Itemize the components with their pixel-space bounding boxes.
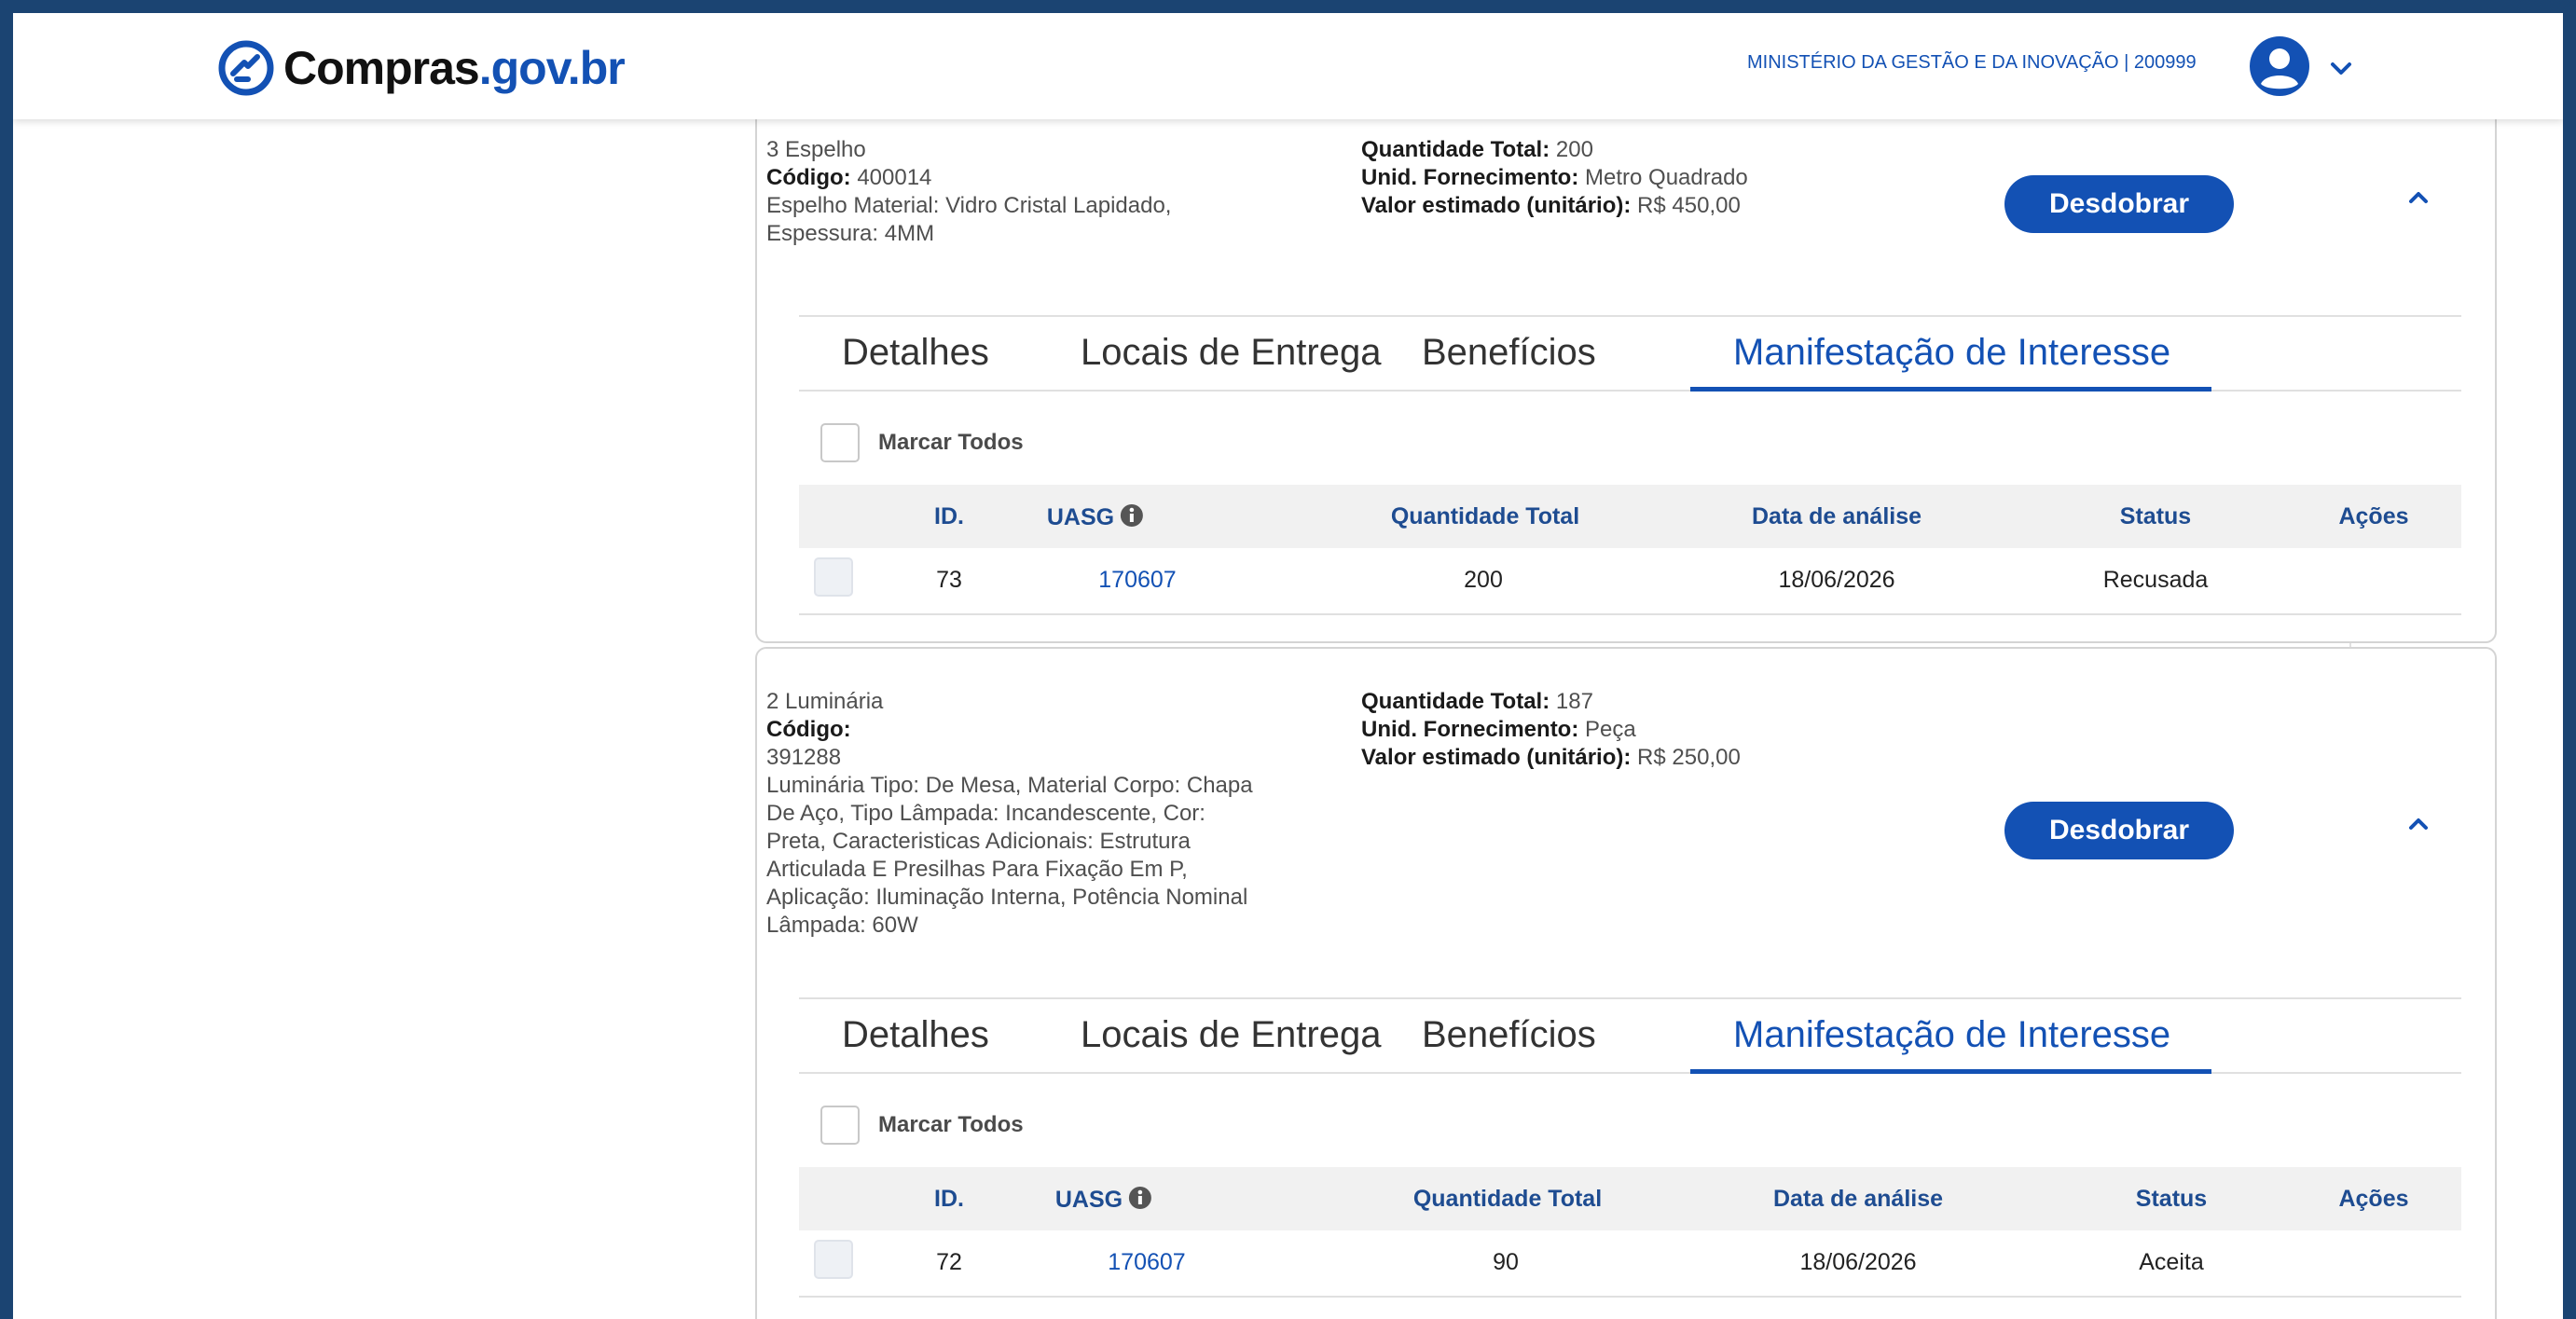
codigo-value: 400014 — [857, 165, 932, 190]
col-data-de-analise: Data de análise — [1751, 503, 1922, 529]
unid-value: Metro Quadrado — [1585, 165, 1748, 190]
col-uasg: UASG — [1047, 503, 1144, 531]
col-acoes: Ações — [2338, 1186, 2409, 1212]
tab-locais-de-entrega[interactable]: Locais de Entrega — [1081, 999, 1381, 1072]
compras-logo[interactable]: Compras.gov.br — [216, 38, 626, 98]
item-info: 2 Luminária Código: 391288 Luminária Tip… — [766, 688, 1363, 940]
valor-value: R$ 450,00 — [1637, 193, 1741, 218]
cell-uasg-link[interactable]: 170607 — [1098, 567, 1176, 594]
item-description-line: Aplicação: Iluminação Interna, Potência … — [766, 885, 1248, 910]
top-header: Compras.gov.br MINISTÉRIO DA GESTÃO E DA… — [13, 13, 2563, 119]
codigo-label: Código: — [766, 717, 851, 742]
desdobrar-button[interactable]: Desdobrar — [2004, 175, 2234, 233]
cell-quantidade: 200 — [1464, 567, 1503, 593]
info-icon[interactable] — [1128, 1186, 1152, 1210]
table-row: 72 170607 90 18/06/2026 Aceita — [799, 1230, 2461, 1298]
desdobrar-button[interactable]: Desdobrar — [2004, 802, 2234, 859]
cell-quantidade: 90 — [1493, 1249, 1519, 1275]
qtd-value: 187 — [1555, 689, 1593, 714]
marcar-todos-label: Marcar Todos — [878, 430, 1024, 455]
item-description-line: Lâmpada: 60W — [766, 913, 918, 938]
user-avatar-icon[interactable] — [2249, 35, 2310, 97]
chevron-down-icon[interactable] — [2325, 52, 2357, 84]
row-checkbox[interactable] — [814, 1240, 853, 1279]
valor-label: Valor estimado (unitário): — [1361, 193, 1632, 218]
item-description-line: De Aço, Tipo Lâmpada: Incandescente, Cor… — [766, 801, 1205, 826]
app-frame: Compras.gov.br MINISTÉRIO DA GESTÃO E DA… — [13, 13, 2563, 1319]
table-header: ID. UASG Quantidade Total Data de anális… — [799, 485, 2461, 548]
codigo-value: 391288 — [766, 745, 842, 770]
qtd-label: Quantidade Total: — [1361, 137, 1550, 162]
item-description-line: Luminária Tipo: De Mesa, Material Corpo:… — [766, 773, 1253, 798]
item-tabs: Detalhes Locais de Entrega Benefícios Ma… — [799, 997, 2461, 1074]
cell-id: 72 — [936, 1249, 962, 1275]
tab-detalhes[interactable]: Detalhes — [842, 999, 989, 1072]
cell-status: Aceita — [2139, 1249, 2204, 1275]
compras-logo-icon — [218, 40, 274, 96]
item-quantities: Quantidade Total: 187 Unid. Fornecimento… — [1361, 688, 1883, 772]
unid-label: Unid. Fornecimento: — [1361, 165, 1579, 190]
cell-data: 18/06/2026 — [1799, 1249, 1917, 1275]
item-title: 3 Espelho — [766, 137, 866, 162]
col-quantidade-total: Quantidade Total — [1390, 503, 1580, 529]
col-status: Status — [2135, 1186, 2208, 1212]
unid-value: Peça — [1585, 717, 1636, 742]
tab-detalhes[interactable]: Detalhes — [842, 317, 989, 390]
logo-text: Compras.gov.br — [283, 42, 626, 94]
marcar-todos-label: Marcar Todos — [878, 1112, 1024, 1137]
item-description-line: Preta, Caracteristicas Adicionais: Estru… — [766, 829, 1191, 854]
table-header: ID. UASG Quantidade Total Data de anális… — [799, 1167, 2461, 1230]
item-title: 2 Luminária — [766, 689, 884, 714]
tab-locais-de-entrega[interactable]: Locais de Entrega — [1081, 317, 1381, 390]
chevron-up-icon[interactable] — [2404, 183, 2433, 213]
item-tabs: Detalhes Locais de Entrega Benefícios Ma… — [799, 315, 2461, 392]
qtd-value: 200 — [1555, 137, 1593, 162]
col-acoes: Ações — [2338, 503, 2409, 529]
cell-uasg-link[interactable]: 170607 — [1108, 1249, 1185, 1276]
unid-label: Unid. Fornecimento: — [1361, 717, 1579, 742]
item-description-line: Espessura: 4MM — [766, 221, 935, 246]
marcar-todos-checkbox[interactable] — [820, 423, 860, 462]
tab-manifestacao-de-interesse[interactable]: Manifestação de Interesse — [1689, 999, 2212, 1074]
col-id: ID. — [934, 503, 964, 529]
item-description-line: Espelho Material: Vidro Cristal Lapidado… — [766, 193, 1172, 218]
item-description-line: Articulada E Presilhas Para Fixação Em P… — [766, 857, 1188, 882]
cell-status: Recusada — [2102, 567, 2209, 593]
qtd-label: Quantidade Total: — [1361, 689, 1550, 714]
tab-manifestacao-de-interesse[interactable]: Manifestação de Interesse — [1689, 317, 2212, 392]
valor-value: R$ 250,00 — [1637, 745, 1741, 770]
col-id: ID. — [934, 1186, 964, 1212]
cell-id: 73 — [936, 567, 962, 593]
marcar-todos-checkbox[interactable] — [820, 1106, 860, 1145]
codigo-label: Código: — [766, 165, 851, 190]
item-quantities: Quantidade Total: 200 Unid. Fornecimento… — [1361, 136, 1883, 220]
cell-data: 18/06/2026 — [1778, 567, 1895, 593]
tab-beneficios[interactable]: Benefícios — [1422, 317, 1596, 390]
item-card-espelho: 3 Espelho Código: 400014 Espelho Materia… — [755, 50, 2497, 643]
info-icon[interactable] — [1120, 503, 1144, 528]
valor-label: Valor estimado (unitário): — [1361, 745, 1632, 770]
item-info: 3 Espelho Código: 400014 Espelho Materia… — [766, 136, 1307, 248]
item-card-luminaria: 2 Luminária Código: 391288 Luminária Tip… — [755, 647, 2497, 1319]
col-status: Status — [2119, 503, 2192, 529]
organization-label: MINISTÉRIO DA GESTÃO E DA INOVAÇÃO | 200… — [1747, 52, 2197, 73]
col-data-de-analise: Data de análise — [1772, 1186, 1944, 1212]
chevron-up-icon[interactable] — [2404, 809, 2433, 839]
row-checkbox[interactable] — [814, 557, 853, 597]
tab-beneficios[interactable]: Benefícios — [1422, 999, 1596, 1072]
table-row: 73 170607 200 18/06/2026 Recusada — [799, 548, 2461, 615]
col-quantidade-total: Quantidade Total — [1412, 1186, 1603, 1212]
col-uasg: UASG — [1055, 1186, 1152, 1214]
